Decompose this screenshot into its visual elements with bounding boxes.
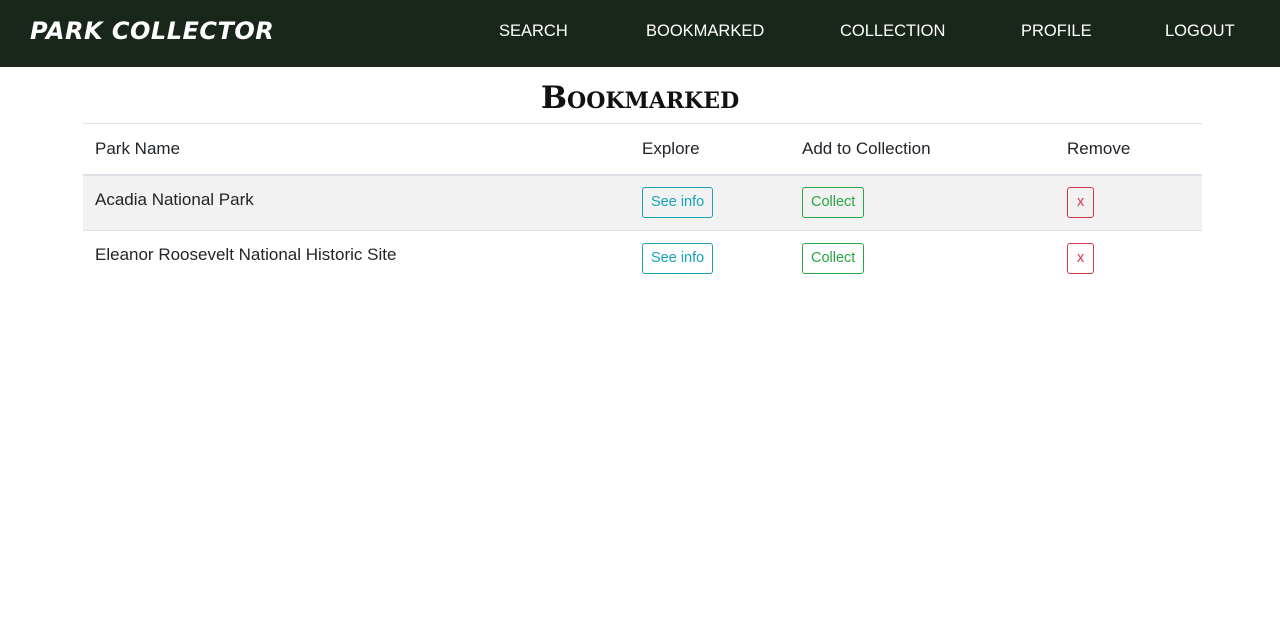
park-name-cell: Eleanor Roosevelt National Historic Site — [83, 230, 630, 287]
remove-button[interactable]: x — [1067, 243, 1095, 275]
column-header-add-to-collection: Add to Collection — [790, 123, 1055, 176]
header-row: Park Name Explore Add to Collection Remo… — [83, 123, 1202, 176]
explore-cell: See info — [630, 174, 790, 231]
explore-cell: See info — [630, 230, 790, 287]
page-title: Bookmarked — [540, 80, 740, 116]
table-header: Park Name Explore Add to Collection Remo… — [83, 123, 1202, 176]
top-navbar: PARK COLLECTOR SEARCH BOOKMARKED COLLECT… — [0, 0, 1280, 67]
remove-cell: x — [1055, 230, 1202, 287]
nav-link-search[interactable]: SEARCH — [499, 20, 568, 42]
collect-cell: Collect — [790, 174, 1055, 231]
table-row: Eleanor Roosevelt National Historic Site… — [83, 230, 1202, 287]
remove-cell: x — [1055, 174, 1202, 231]
bookmarks-table: Park Name Explore Add to Collection Remo… — [83, 123, 1202, 287]
column-header-park-name: Park Name — [83, 123, 630, 176]
table-row: Acadia National Park See info Collect x — [83, 174, 1202, 231]
collect-button[interactable]: Collect — [802, 243, 865, 275]
collect-button[interactable]: Collect — [802, 187, 865, 219]
park-name-cell: Acadia National Park — [83, 174, 630, 231]
table-body: Acadia National Park See info Collect x … — [83, 174, 1202, 287]
see-info-button[interactable]: See info — [642, 187, 714, 219]
column-header-remove: Remove — [1055, 123, 1202, 176]
collect-cell: Collect — [790, 230, 1055, 287]
see-info-button[interactable]: See info — [642, 243, 714, 275]
column-header-explore: Explore — [630, 123, 790, 176]
nav-link-collection[interactable]: COLLECTION — [840, 20, 945, 42]
nav-link-logout[interactable]: LOGOUT — [1165, 20, 1235, 42]
brand-logo[interactable]: PARK COLLECTOR — [30, 15, 274, 47]
remove-button[interactable]: x — [1067, 187, 1095, 219]
nav-link-profile[interactable]: PROFILE — [1021, 20, 1092, 42]
nav-link-bookmarked[interactable]: BOOKMARKED — [646, 20, 764, 42]
